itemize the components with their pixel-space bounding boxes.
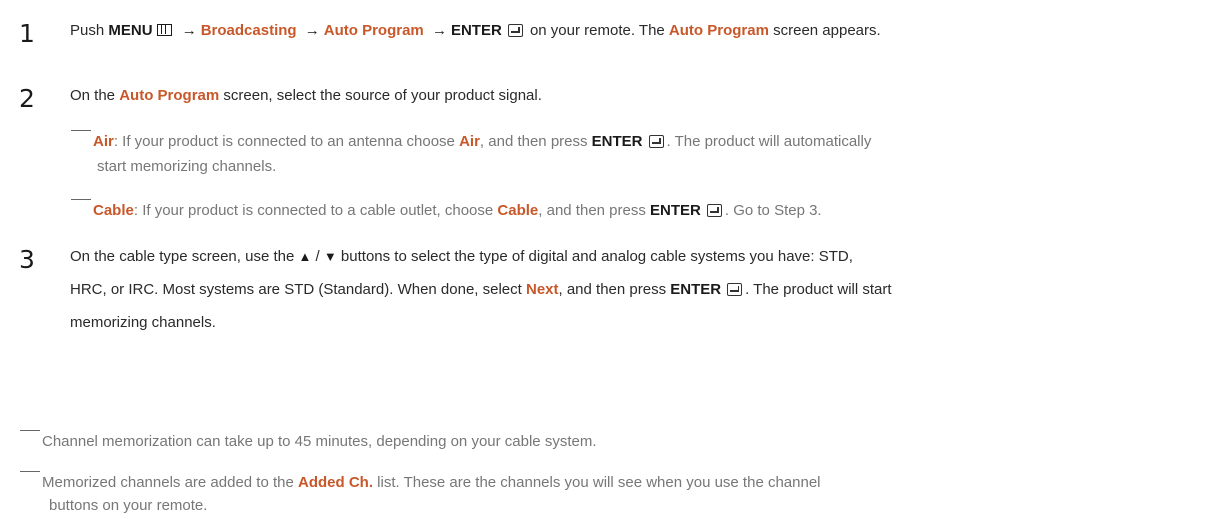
step-text-line-1: On the cable type screen, use the ▲ / ▼ …	[70, 248, 853, 265]
sub-item-air: Air: If your product is connected to an …	[93, 133, 871, 150]
note-dash	[20, 471, 40, 472]
text-step3-e: . The product will start	[745, 281, 892, 298]
step-text-line-2: HRC, or IRC. Most systems are STD (Stand…	[70, 281, 892, 298]
menu-label: MENU	[108, 22, 153, 39]
note-dash	[71, 130, 91, 131]
step-number: 2	[19, 84, 35, 113]
term-cable: Cable	[93, 202, 134, 219]
text-push: Push	[70, 22, 105, 39]
text-air-c: . The product will automatically	[666, 133, 872, 150]
menu-icon	[156, 24, 172, 36]
enter-label: ENTER	[650, 202, 701, 219]
text-select-source: screen, select the source of your produc…	[223, 87, 542, 104]
term-air: Air	[459, 133, 480, 150]
note-text-c: buttons on your remote.	[49, 497, 208, 514]
enter-icon	[507, 24, 523, 37]
note-text: Channel memorization can take up to 45 m…	[42, 433, 597, 450]
text-on-remote: on your remote. The	[529, 22, 665, 39]
down-triangle-icon: ▼	[323, 249, 337, 264]
up-triangle-icon: ▲	[298, 249, 312, 264]
arrow-right-icon: →	[431, 22, 447, 39]
enter-icon	[706, 204, 722, 217]
text-cable-b: , and then press	[538, 202, 646, 219]
text-cable-c: . Go to Step 3.	[724, 202, 822, 219]
text-step3-c: HRC, or IRC. Most systems are STD (Stand…	[70, 281, 522, 298]
note-dash	[71, 199, 91, 200]
step-number: 1	[19, 19, 35, 48]
text-cable-a: : If your product is connected to a cabl…	[133, 202, 494, 219]
text-air-b: , and then press	[479, 133, 588, 150]
term-air: Air	[93, 133, 114, 150]
term-auto-program: Auto Program	[668, 22, 769, 39]
text-on-the: On the	[70, 87, 116, 104]
enter-icon	[648, 135, 664, 148]
note-memorization-time: Channel memorization can take up to 45 m…	[42, 433, 597, 450]
enter-label: ENTER	[591, 133, 643, 150]
enter-icon	[727, 283, 743, 296]
note-added-ch-cont: buttons on your remote.	[49, 497, 207, 514]
menu-path-broadcasting: Broadcasting	[200, 22, 297, 39]
term-auto-program: Auto Program	[119, 87, 220, 104]
sub-item-cable: Cable: If your product is connected to a…	[93, 202, 822, 219]
text-step3-d: , and then press	[558, 281, 667, 298]
term-cable: Cable	[497, 202, 539, 219]
text-step3-a: On the cable type screen, use the	[70, 248, 295, 265]
arrow-right-icon: →	[181, 22, 197, 39]
term-next: Next	[525, 281, 559, 298]
step-text: On the Auto Program screen, select the s…	[70, 87, 542, 104]
text-air-a: : If your product is connected to an ant…	[113, 133, 455, 150]
note-text-a: Memorized channels are added to the	[42, 474, 294, 491]
term-added-ch: Added Ch.	[298, 474, 373, 491]
menu-path-auto-program: Auto Program	[323, 22, 424, 39]
text-step3-f: memorizing channels.	[70, 314, 216, 331]
text-slash: /	[315, 248, 320, 265]
text-air-d: start memorizing channels.	[97, 158, 277, 175]
step-number: 3	[19, 245, 35, 274]
note-added-ch: Memorized channels are added to the Adde…	[42, 474, 821, 491]
sub-item-air-cont: start memorizing channels.	[97, 158, 276, 175]
step-text: Push MENU → Broadcasting → Auto Program → E…	[70, 22, 881, 39]
text-step3-b: buttons to select the type of digital an…	[340, 248, 853, 265]
note-text-b: list. These are the channels you will se…	[377, 474, 821, 491]
note-dash	[20, 430, 40, 431]
enter-label: ENTER	[450, 22, 502, 39]
step-text-line-3: memorizing channels.	[70, 314, 216, 331]
text-screen-appears: screen appears.	[773, 22, 881, 39]
enter-label: ENTER	[670, 281, 722, 298]
arrow-right-icon: →	[304, 22, 320, 39]
